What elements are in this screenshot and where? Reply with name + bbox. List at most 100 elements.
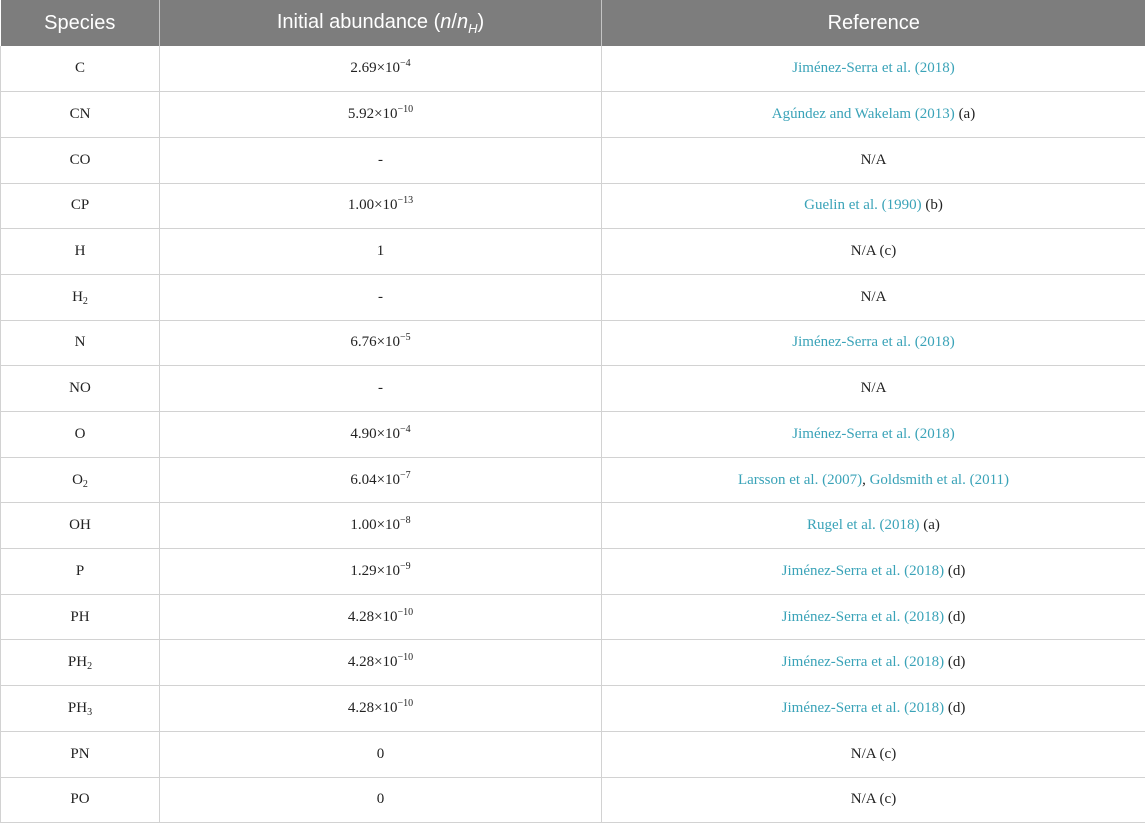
reference-note: N/A (c) <box>850 243 897 260</box>
reference-note: N/A (c) <box>850 745 897 762</box>
reference-cell: Jiménez-Serra et al. (2018) (d) <box>601 594 1145 641</box>
header-reference: Reference <box>601 0 1145 46</box>
table-row: PH 4.28×10−10 Jiménez-Serra et al. (2018) … <box>0 594 1145 641</box>
reference-note: (d) <box>944 562 966 579</box>
abundance-cell: 0 <box>159 731 602 778</box>
reference-cell: Jiménez-Serra et al. (2018) (d) <box>601 685 1145 732</box>
table-row: PN 0 N/A (c) <box>0 731 1145 778</box>
table-row: NO - N/A <box>0 365 1145 412</box>
reference-link[interactable]: Jiménez-Serra et al. (2018) <box>782 654 944 670</box>
table-row: PH3 4.28×10−10 Jiménez-Serra et al. (2018)… <box>0 685 1145 732</box>
reference-note: (b) <box>921 197 943 214</box>
abundance-cell: 1 <box>159 228 602 275</box>
reference-link[interactable]: Jiménez-Serra et al. (2018) <box>792 60 954 76</box>
reference-link[interactable]: Agúndez and Wakelam (2013) <box>772 106 955 122</box>
reference-note: (a) <box>954 106 976 123</box>
table-row: CP 1.00×10−13 Guelin et al. (1990) (b) <box>0 183 1145 230</box>
abundance-cell: - <box>159 137 602 184</box>
species-cell: CO <box>0 137 160 184</box>
abundance-cell: 5.92×10−10 <box>159 91 602 138</box>
header-species: Species <box>0 0 160 46</box>
reference-note: N/A <box>860 151 887 168</box>
species-cell: O2 <box>0 457 160 504</box>
abundance-cell: 1.29×10−9 <box>159 548 602 595</box>
reference-link[interactable]: Jiménez-Serra et al. (2018) <box>782 700 944 716</box>
reference-cell: Jiménez-Serra et al. (2018) <box>601 320 1145 367</box>
table-row: O 4.90×10−4 Jiménez-Serra et al. (2018) <box>0 411 1145 458</box>
reference-link[interactable]: Jiménez-Serra et al. (2018) <box>792 334 954 350</box>
abundance-cell: 4.28×10−10 <box>159 639 602 687</box>
species-cell: OH <box>0 502 160 550</box>
species-cell: C <box>0 46 160 93</box>
species-cell: O <box>0 411 160 458</box>
reference-note: N/A (c) <box>850 791 897 808</box>
table-row: CO - N/A <box>0 137 1145 184</box>
reference-note: , <box>862 471 870 488</box>
reference-cell: Jiménez-Serra et al. (2018) (d) <box>601 548 1145 595</box>
header-abundance: Initial abundance (n/nH) <box>159 0 602 46</box>
reference-cell: Guelin et al. (1990) (b) <box>601 183 1145 230</box>
header-row: Species Initial abundance (n/nH) Referen… <box>0 0 1145 46</box>
table-row: PH2 4.28×10−10 Jiménez-Serra et al. (2018)… <box>0 639 1145 687</box>
abundance-table: Species Initial abundance (n/nH) Referen… <box>0 0 1145 823</box>
abundance-cell: 4.90×10−4 <box>159 411 602 458</box>
reference-link[interactable]: Jiménez-Serra et al. (2018) <box>782 563 944 579</box>
species-cell: CP <box>0 183 160 230</box>
species-cell: CN <box>0 91 160 138</box>
reference-note: (d) <box>944 608 966 625</box>
table-row: PO 0 N/A (c) <box>0 777 1145 823</box>
reference-note: (d) <box>944 654 966 671</box>
species-cell: PH <box>0 594 160 641</box>
species-cell: PH2 <box>0 639 160 687</box>
reference-link[interactable]: Jiménez-Serra et al. (2018) <box>782 609 944 625</box>
table-row: P 1.29×10−9 Jiménez-Serra et al. (2018) (d… <box>0 548 1145 595</box>
reference-link[interactable]: Jiménez-Serra et al. (2018) <box>792 426 954 442</box>
table-body: C 2.69×10−4 Jiménez-Serra et al. (2018) CN 5… <box>0 46 1145 823</box>
reference-cell: N/A (c) <box>601 777 1145 823</box>
species-cell: PH3 <box>0 685 160 732</box>
reference-note: (d) <box>944 699 966 716</box>
reference-cell: N/A <box>601 274 1145 321</box>
species-cell: PO <box>0 777 160 823</box>
abundance-cell: 2.69×10−4 <box>159 46 602 93</box>
reference-cell: N/A (c) <box>601 731 1145 778</box>
abundance-cell: 1.00×10−13 <box>159 183 602 230</box>
reference-cell: Jiménez-Serra et al. (2018) <box>601 46 1145 93</box>
table-row: O2 6.04×10−7 Larsson et al. (2007), Goldsm… <box>0 457 1145 504</box>
species-cell: H <box>0 228 160 275</box>
reference-cell: Rugel et al. (2018) (a) <box>601 502 1145 550</box>
table-row: N 6.76×10−5 Jiménez-Serra et al. (2018) <box>0 320 1145 367</box>
reference-cell: N/A (c) <box>601 228 1145 275</box>
abundance-cell: 4.28×10−10 <box>159 685 602 732</box>
reference-link[interactable]: Guelin et al. (1990) <box>804 197 921 213</box>
species-cell: PN <box>0 731 160 778</box>
reference-link[interactable]: Rugel et al. (2018) <box>807 517 919 533</box>
species-cell: P <box>0 548 160 595</box>
table-row: H2- N/A <box>0 274 1145 321</box>
reference-cell: Agúndez and Wakelam (2013) (a) <box>601 91 1145 138</box>
species-cell: N <box>0 320 160 367</box>
table-row: OH 1.00×10−8 Rugel et al. (2018) (a) <box>0 502 1145 550</box>
reference-link[interactable]: Larsson et al. (2007) <box>738 472 862 488</box>
abundance-cell: - <box>159 274 602 321</box>
reference-cell: Larsson et al. (2007), Goldsmith et al. … <box>601 457 1145 504</box>
abundance-cell: 0 <box>159 777 602 823</box>
reference-cell: N/A <box>601 137 1145 184</box>
abundance-cell: 6.76×10−5 <box>159 320 602 367</box>
reference-cell: N/A <box>601 365 1145 412</box>
abundance-cell: 1.00×10−8 <box>159 502 602 550</box>
reference-note: N/A <box>860 288 887 305</box>
table-row: C 2.69×10−4 Jiménez-Serra et al. (2018) <box>0 46 1145 93</box>
reference-cell: Jiménez-Serra et al. (2018) (d) <box>601 639 1145 687</box>
abundance-cell: 4.28×10−10 <box>159 594 602 641</box>
abundance-cell: 6.04×10−7 <box>159 457 602 504</box>
reference-note: (a) <box>919 517 940 534</box>
reference-link[interactable]: Goldsmith et al. (2011) <box>870 472 1009 488</box>
table-row: H 1 N/A (c) <box>0 228 1145 275</box>
species-cell: NO <box>0 365 160 412</box>
reference-note: N/A <box>860 380 887 397</box>
species-cell: H2 <box>0 274 160 321</box>
reference-cell: Jiménez-Serra et al. (2018) <box>601 411 1145 458</box>
abundance-cell: - <box>159 365 602 412</box>
table-row: CN 5.92×10−10 Agúndez and Wakelam (2013) (… <box>0 91 1145 138</box>
